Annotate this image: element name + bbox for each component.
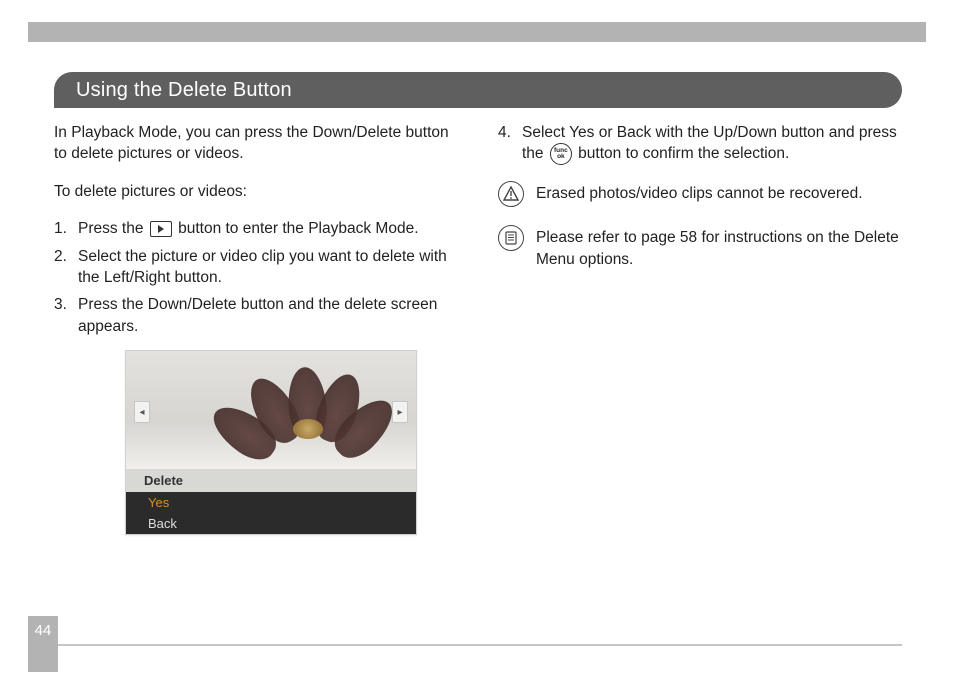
content-columns: In Playback Mode, you can press the Down… (54, 122, 902, 353)
step-1-text-a: Press the (78, 220, 148, 237)
menu-option-back: Back (126, 513, 416, 534)
sub-paragraph: To delete pictures or videos: (54, 181, 458, 202)
intro-paragraph: In Playback Mode, you can press the Down… (54, 122, 458, 165)
section-heading: Using the Delete Button (54, 72, 902, 108)
playback-icon (150, 221, 172, 237)
step-4: Select Yes or Back with the Up/Down butt… (498, 122, 902, 165)
info-note: Please refer to page 58 for instructions… (498, 225, 902, 270)
photo-area: ◂ ▸ (126, 351, 416, 469)
footer-rule (58, 644, 902, 646)
step-2: Select the picture or video clip you wan… (54, 246, 458, 289)
info-text: Please refer to page 58 for instructions… (536, 225, 902, 270)
func-ok-icon: func ok (550, 143, 572, 165)
left-column: In Playback Mode, you can press the Down… (54, 122, 458, 353)
step-3: Press the Down/Delete button and the del… (54, 294, 458, 337)
menu-option-yes: Yes (126, 492, 416, 513)
page-number: 44 (28, 616, 58, 672)
warning-icon (498, 181, 524, 207)
steps-list: Press the button to enter the Playback M… (54, 218, 458, 337)
camera-screenshot: ◂ ▸ Delete Yes Back (125, 350, 417, 535)
step-1: Press the button to enter the Playback M… (54, 218, 458, 239)
note-icon (498, 225, 524, 251)
flower-graphic (241, 359, 361, 469)
delete-menu: Delete Yes Back (126, 469, 416, 534)
warning-text: Erased photos/video clips cannot be reco… (536, 181, 902, 204)
nav-left-icon: ◂ (134, 401, 150, 423)
right-column: Select Yes or Back with the Up/Down butt… (498, 122, 902, 353)
menu-title: Delete (126, 469, 416, 492)
ok-label: ok (557, 154, 565, 161)
steps-list-cont: Select Yes or Back with the Up/Down butt… (498, 122, 902, 165)
step-1-text-b: button to enter the Playback Mode. (178, 220, 418, 237)
warning-note: Erased photos/video clips cannot be reco… (498, 181, 902, 207)
header-bar (28, 22, 926, 42)
nav-right-icon: ▸ (392, 401, 408, 423)
step-4-text-b: button to confirm the selection. (578, 145, 789, 162)
